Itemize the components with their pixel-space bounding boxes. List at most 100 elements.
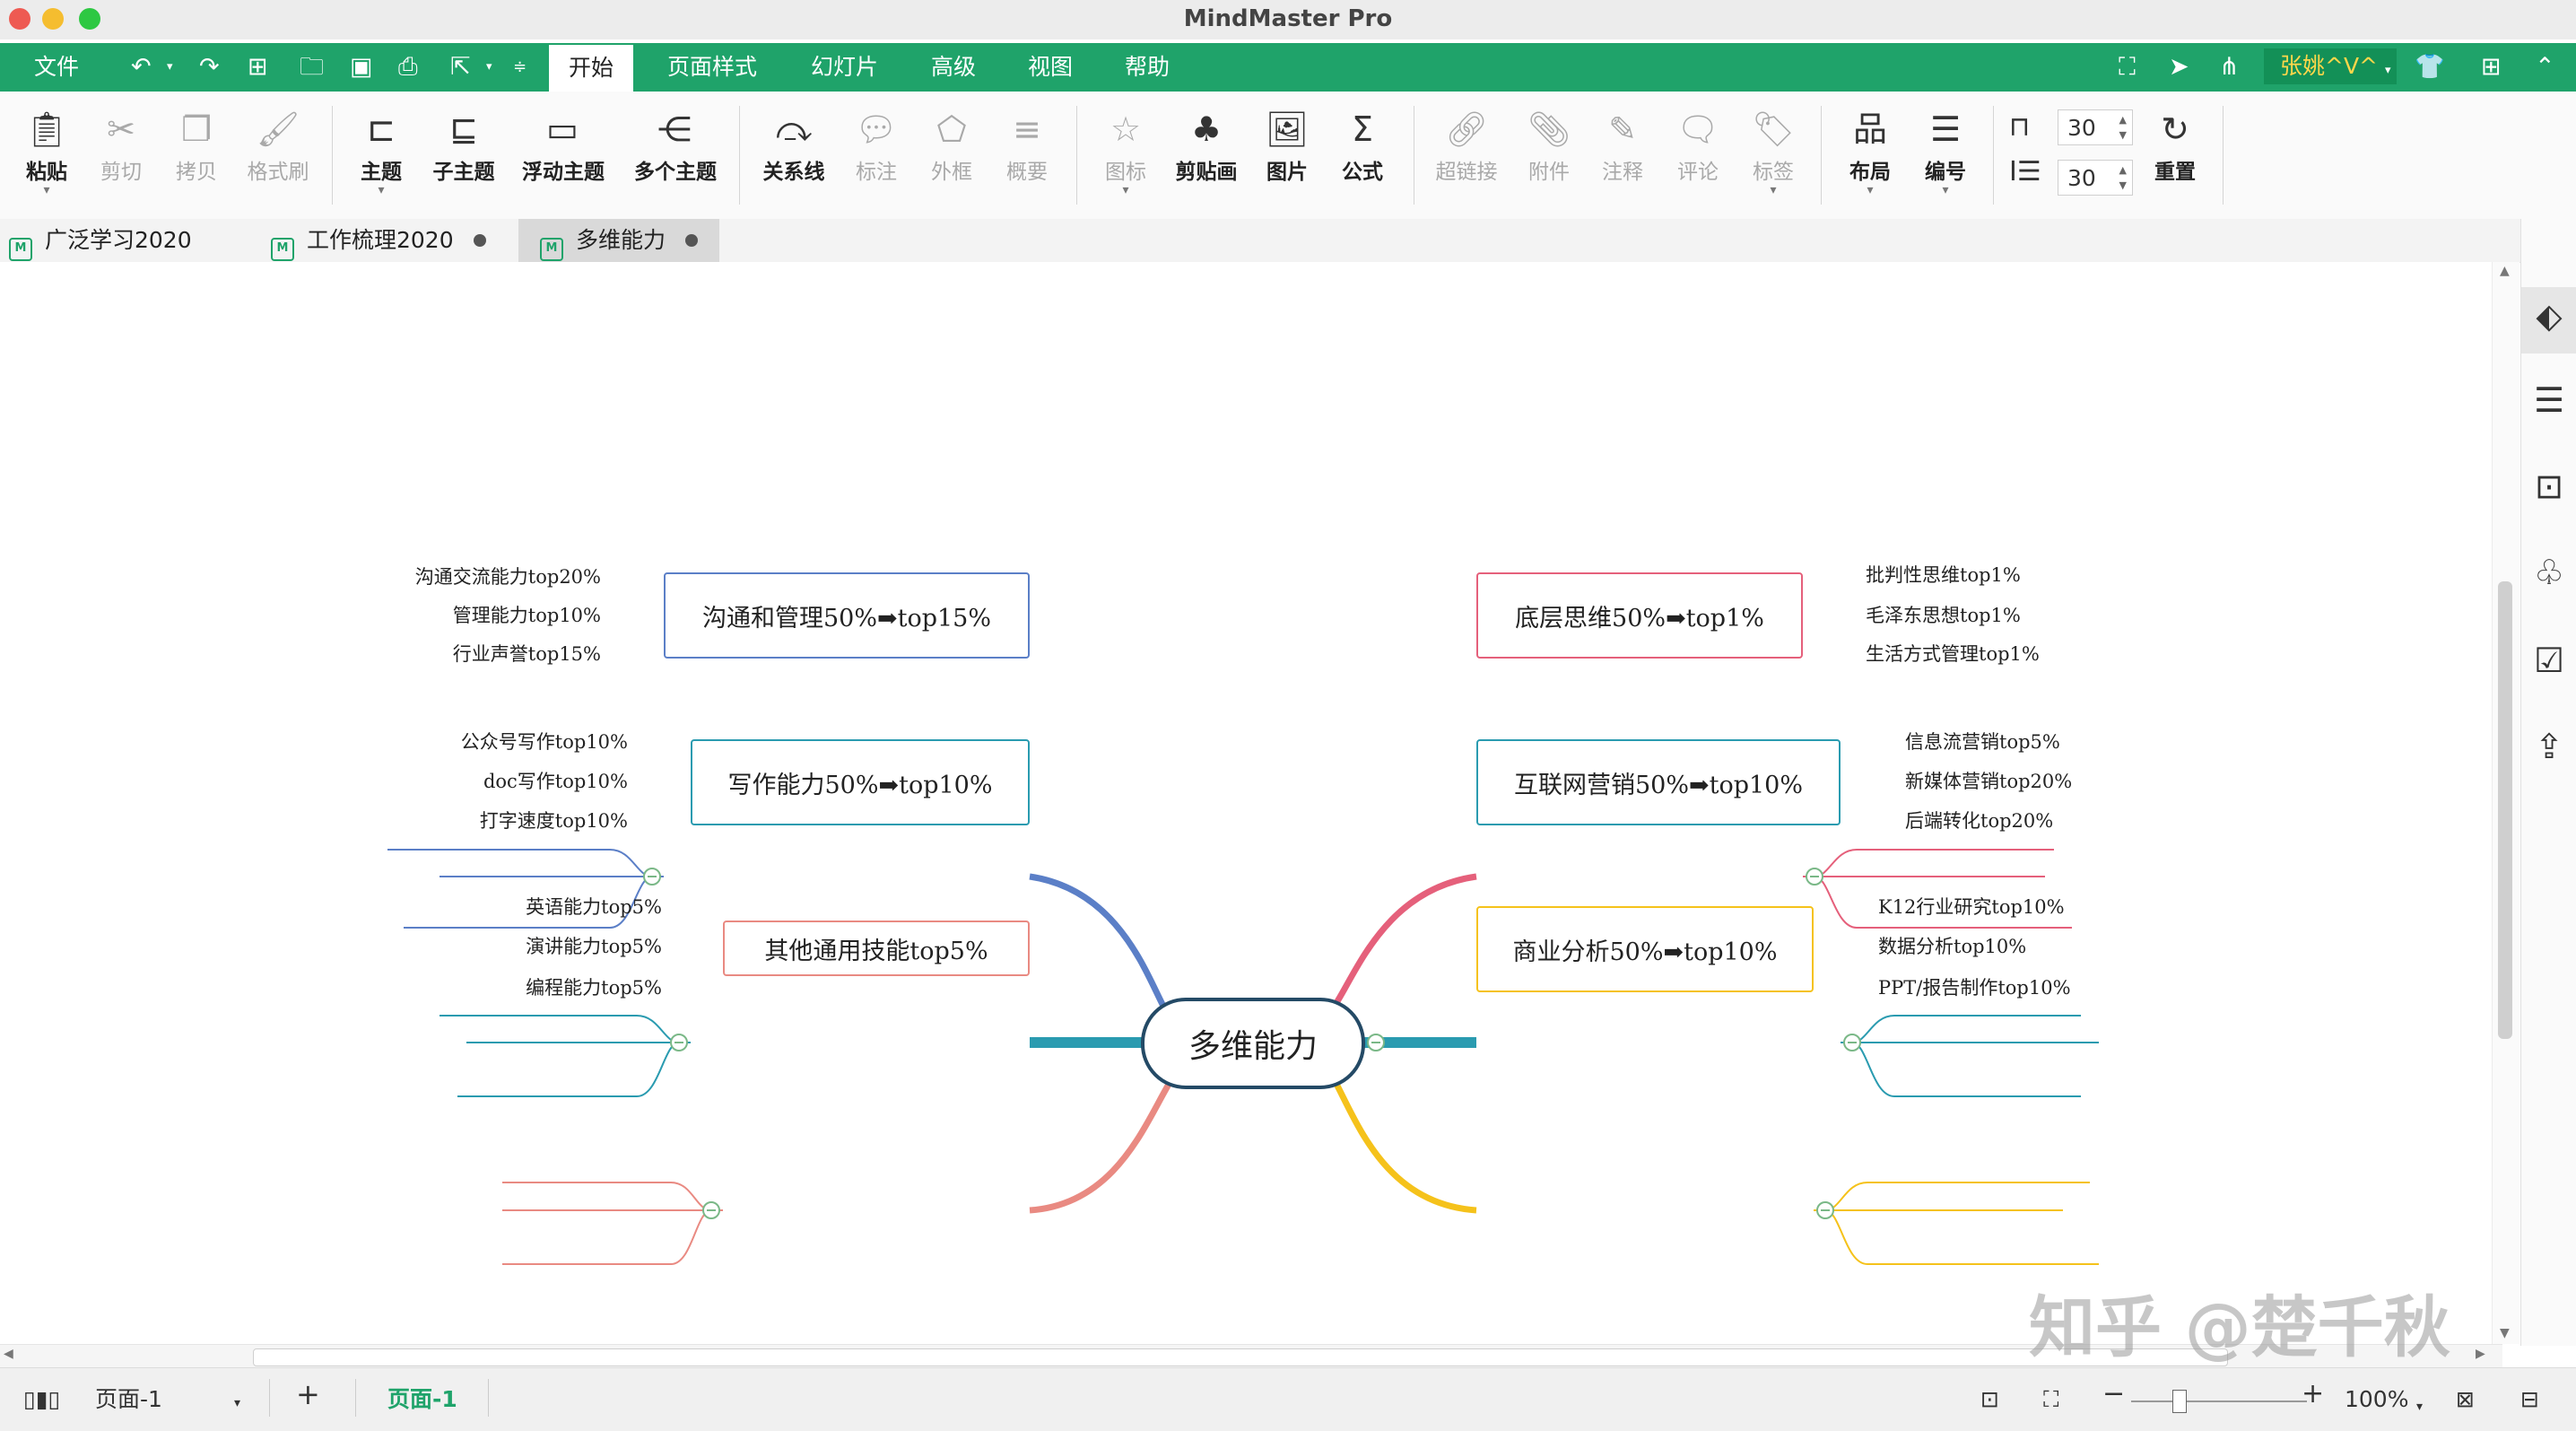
open-folder-icon[interactable]: 🗀 [300,52,324,83]
subtopic[interactable]: 生活方式管理top1% [1866,642,2040,666]
mark-panel-icon[interactable]: ⊡ [2521,467,2576,506]
layout-button[interactable]: 品布局 ▾ [1830,108,1910,197]
multiple-topics-button[interactable]: ⋲ 多个主题 [634,108,717,185]
doc-tab-2[interactable]: M 工作梳理2020 [271,219,486,262]
central-topic[interactable]: 多维能力 [1141,998,1365,1089]
horizontal-spacing-input[interactable]: 30 ▲ ▼ [2058,109,2133,145]
layout-dropdown-icon[interactable]: ▾ [1830,184,1910,197]
floating-topic-button[interactable]: ▭ 浮动主题 [522,108,605,185]
undo-dropdown-icon[interactable]: ▾ [167,52,173,83]
scroll-left-icon[interactable]: ◀ [4,1347,13,1361]
page-list-icon[interactable]: ▯▮▯ [23,1384,60,1415]
fit-window-icon[interactable]: ⊠ [2456,1384,2475,1415]
print-icon[interactable]: ⎙ [398,52,418,83]
redo-icon[interactable]: ↷ [199,52,220,83]
stepper-arrows-icon[interactable]: ▲ ▼ [2119,112,2127,143]
tab-help[interactable]: 帮助 [1125,52,1170,83]
page-tab[interactable]: 页面-1 [387,1384,457,1415]
menu-file[interactable]: 文件 [34,52,79,83]
vertical-scrollbar[interactable]: ▲ ▼ [2492,262,2519,1344]
zoom-level[interactable]: 100% [2345,1384,2408,1415]
topic-button[interactable]: ⊏ 主题 ▾ [341,108,422,197]
mark-button[interactable]: ☆ 图标 ▾ [1085,108,1166,197]
subtopic[interactable]: K12行业研究top10% [1878,895,2065,919]
subtopic[interactable]: 行业声誉top15% [404,642,601,666]
zoom-dropdown-icon[interactable]: ▾ [2416,1392,2423,1422]
subtopic[interactable]: 公众号写作top10% [439,730,628,754]
zoom-out-icon[interactable]: − [2102,1379,2125,1409]
numbering-dropdown-icon[interactable]: ▾ [1905,184,1986,197]
save-icon[interactable]: ▣ [350,52,373,83]
cut-button[interactable]: ✂ 剪切 [81,108,161,185]
subtopic[interactable]: 演讲能力top5% [502,935,662,958]
zoom-in-icon[interactable]: + [2302,1379,2324,1409]
mark-dropdown-icon[interactable]: ▾ [1085,184,1166,197]
style-format-icon[interactable]: ⬖ [2521,296,2576,336]
subtopic[interactable]: 数据分析top10% [1878,935,2026,958]
undo-icon[interactable]: ↶ [131,52,152,83]
subtopic[interactable]: 批判性思维top1% [1866,563,2021,587]
main-topic-marketing[interactable]: 互联网营销50%➡top10% [1476,739,1841,825]
new-file-icon[interactable]: ⊞ [248,52,268,83]
attachment-button[interactable]: 📎︎ 附件 [1509,108,1589,185]
fullscreen-view-icon[interactable]: ⛶ [2043,1384,2059,1415]
horizontal-scroll-thumb[interactable] [253,1348,2228,1366]
clipart-panel-icon[interactable]: ♧ [2521,553,2576,592]
zoom-slider-handle[interactable] [2172,1390,2187,1413]
subtopic[interactable]: 沟通交流能力top20% [387,565,601,589]
clipart-button[interactable]: ♣ 剪贴画 [1166,108,1247,185]
formula-button[interactable]: Σ 公式 [1322,108,1403,185]
copy-button[interactable]: ❐ 拷贝 [156,108,237,185]
stepper-arrows-icon[interactable]: ▲ ▼ [2119,162,2127,193]
paste-dropdown-icon[interactable]: ▾ [6,184,87,197]
subtopic[interactable]: PPT/报告制作top10% [1878,976,2071,999]
relationship-button[interactable]: ⤼ 关系线 [753,108,834,185]
main-topic-business-analysis[interactable]: 商业分析50%➡top10% [1476,906,1814,992]
callout-button[interactable]: 💬︎ 标注 [836,108,917,185]
task-panel-icon[interactable]: ☑ [2521,641,2576,680]
apps-grid-icon[interactable]: ⊞ [2481,52,2502,83]
vertical-scroll-thumb[interactable] [2498,581,2512,1039]
page-select[interactable]: 页面-1 ▾ [95,1384,240,1418]
send-icon[interactable]: ➤ [2169,52,2189,83]
tag-button[interactable]: 🏷︎ 标签 ▾ [1733,108,1814,197]
subtopic[interactable]: 英语能力top5% [502,895,662,919]
subtopic[interactable]: 打字速度top10% [457,809,628,833]
main-topic-general-skills[interactable]: 其他通用技能top5% [723,921,1030,976]
theme-shirt-icon[interactable]: 👕 [2415,52,2445,83]
boundary-button[interactable]: ⬠ 外框 [911,108,992,185]
export-icon[interactable]: ⇱ [450,52,471,83]
main-topic-thinking[interactable]: 底层思维50%➡top1% [1476,572,1803,659]
note-button[interactable]: ✎ 注释 [1582,108,1663,185]
subtopic[interactable]: 新媒体营销top20% [1905,770,2072,793]
numbering-button[interactable]: ☰ 编号 ▾ [1905,108,1986,197]
subtopic[interactable]: 管理能力top10% [439,604,601,627]
subtopic[interactable]: 后端转化top20% [1905,809,2053,833]
topic-dropdown-icon[interactable]: ▾ [341,184,422,197]
share-icon[interactable]: ⋔ [2219,52,2240,83]
tab-page-style[interactable]: 页面样式 [667,52,757,83]
subtopic[interactable]: doc写作top10% [466,770,628,793]
scroll-right-icon[interactable]: ▶ [2476,1347,2485,1361]
tag-dropdown-icon[interactable]: ▾ [1733,184,1814,197]
subtopic-button[interactable]: ⊑ 子主题 [423,108,504,185]
doc-tab-3[interactable]: M 多维能力 [518,219,720,262]
vertical-spacing-input[interactable]: 30 ▲ ▼ [2058,160,2133,196]
scroll-down-icon[interactable]: ▼ [2500,1326,2510,1340]
fit-page-icon[interactable]: ⊡ [1980,1384,1999,1415]
collapse-ribbon-icon[interactable]: ⌃ [2535,52,2555,83]
unsaved-dot-icon[interactable] [473,234,486,247]
tab-view[interactable]: 视图 [1028,52,1073,83]
fullscreen-icon[interactable]: ⛶ [2119,52,2136,83]
main-topic-writing[interactable]: 写作能力50%➡top10% [691,739,1030,825]
outline-list-icon[interactable]: ☰ [2521,380,2576,420]
zoom-slider[interactable] [2131,1400,2307,1402]
subtopic[interactable]: 编程能力top5% [502,976,662,999]
split-view-icon[interactable]: ⊟ [2520,1384,2539,1415]
user-account-button[interactable]: 张姚^V^ ▾ [2264,48,2397,84]
scroll-up-icon[interactable]: ▲ [2500,264,2510,278]
tab-advanced[interactable]: 高级 [931,52,976,83]
hyperlink-button[interactable]: 🔗︎ 超链接 [1426,108,1507,185]
tab-start[interactable]: 开始 [549,45,634,92]
subtopic[interactable]: 信息流营销top5% [1905,730,2060,754]
